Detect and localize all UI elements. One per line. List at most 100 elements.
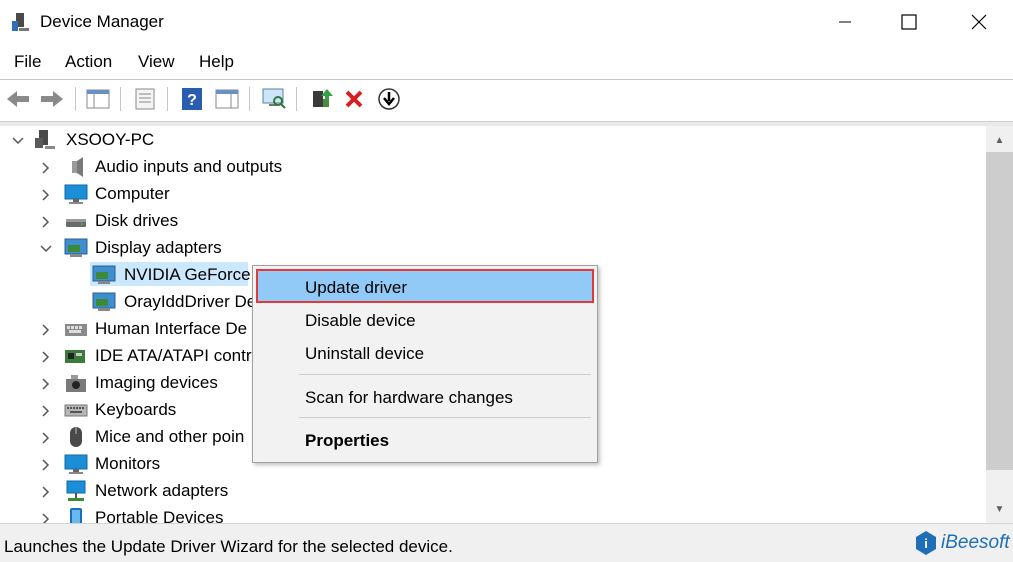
speaker-icon <box>72 157 83 177</box>
expand-chevron-icon[interactable] <box>40 216 52 228</box>
close-button[interactable] <box>956 0 1002 44</box>
tree-child-label[interactable]: OrayIddDriver De <box>124 292 256 312</box>
tree-item-label[interactable]: Monitors <box>95 454 160 474</box>
display-adapter-icon <box>92 265 116 284</box>
show-hide-console-tree-icon <box>86 89 110 109</box>
tree-item-label[interactable]: Portable Devices <box>95 508 224 523</box>
uninstall-icon <box>345 90 363 108</box>
scan-hardware-icon <box>262 88 286 109</box>
context-update-driver[interactable]: Update driver <box>253 272 597 304</box>
ide-controller-icon <box>65 350 85 363</box>
display-adapter-icon <box>64 238 88 257</box>
brand-name: iBeesoft <box>941 532 1010 553</box>
svg-text:?: ? <box>187 92 197 109</box>
expand-chevron-icon[interactable] <box>40 351 52 363</box>
tree-item-label[interactable]: Network adapters <box>95 481 228 501</box>
expand-chevron-icon[interactable] <box>40 324 52 336</box>
disable-button[interactable] <box>375 85 403 113</box>
help-button[interactable]: ? <box>178 85 206 113</box>
toolbar-divider <box>75 87 76 111</box>
tree-item-label[interactable]: Keyboards <box>95 400 176 420</box>
disable-icon <box>378 88 400 110</box>
svg-text:i: i <box>924 536 928 551</box>
properties-icon <box>135 88 155 110</box>
menu-item-label: Scan for hardware changes <box>305 388 513 407</box>
context-disable-device[interactable]: Disable device <box>253 305 597 337</box>
scrollbar-thumb[interactable] <box>986 152 1013 470</box>
toolbar-divider <box>249 87 250 111</box>
minimize-icon <box>839 21 851 23</box>
expand-chevron-icon[interactable] <box>40 459 52 471</box>
disk-drive-icon <box>66 219 86 227</box>
scroll-up-icon[interactable]: ▲ <box>986 128 1013 152</box>
expand-chevron-icon[interactable] <box>40 162 52 174</box>
menu-view[interactable]: View <box>138 52 175 72</box>
minimize-button[interactable] <box>822 0 868 44</box>
expand-chevron-icon[interactable] <box>40 513 52 523</box>
context-menu: Update driver Disable device Uninstall d… <box>252 265 598 463</box>
scan-hardware-button[interactable] <box>260 85 288 113</box>
watermark: i iBeesoft <box>914 530 1010 556</box>
expand-chevron-icon[interactable] <box>40 486 52 498</box>
action-pane-button[interactable] <box>213 85 241 113</box>
update-driver-button[interactable] <box>308 85 336 113</box>
back-button[interactable] <box>4 85 32 113</box>
expand-chevron-icon[interactable] <box>40 432 52 444</box>
menu-item-label: Properties <box>305 431 390 450</box>
mouse-icon <box>70 427 82 447</box>
context-properties[interactable]: Properties <box>253 425 597 457</box>
context-menu-divider <box>299 417 591 418</box>
menu-action[interactable]: Action <box>65 52 112 72</box>
tree-item-label[interactable]: Human Interface De <box>95 319 247 339</box>
keyboard-icon <box>64 404 88 417</box>
monitor-icon <box>64 454 88 474</box>
menu-help[interactable]: Help <box>199 52 234 72</box>
forward-button[interactable] <box>38 85 66 113</box>
context-scan-hardware[interactable]: Scan for hardware changes <box>253 382 597 414</box>
maximize-icon <box>901 14 917 30</box>
uninstall-button[interactable] <box>340 85 368 113</box>
vertical-scrollbar[interactable]: ▲ ▼ <box>986 126 1013 523</box>
menu-file[interactable]: File <box>14 52 41 72</box>
help-icon: ? <box>182 88 202 110</box>
title-bar: Device Manager <box>0 0 1013 44</box>
network-adapter-icon <box>66 480 86 501</box>
ibeesoft-logo-icon: i <box>916 531 936 555</box>
update-driver-icon <box>313 89 333 107</box>
context-uninstall-device[interactable]: Uninstall device <box>253 338 597 370</box>
back-icon <box>7 91 29 107</box>
tree-item-label[interactable]: Audio inputs and outputs <box>95 157 282 177</box>
camera-icon <box>66 375 86 392</box>
action-pane-icon <box>215 89 239 109</box>
window-title: Device Manager <box>40 12 164 31</box>
menu-item-label: Disable device <box>305 311 416 330</box>
tree-item-label[interactable]: Computer <box>95 184 170 204</box>
expand-chevron-icon[interactable] <box>40 405 52 417</box>
collapse-chevron-icon[interactable] <box>12 135 24 147</box>
expand-chevron-icon[interactable] <box>40 378 52 390</box>
toolbar-divider <box>167 87 168 111</box>
context-menu-divider <box>299 374 591 375</box>
pc-root-icon <box>35 130 55 149</box>
tree-item-label[interactable]: Imaging devices <box>95 373 218 393</box>
tree-item-label[interactable]: Mice and other poin <box>95 427 244 447</box>
toolbar-divider <box>296 87 297 111</box>
status-bar: Launches the Update Driver Wizard for th… <box>0 523 1013 562</box>
portable-device-icon <box>70 508 82 523</box>
menu-item-label: Update driver <box>305 278 408 297</box>
hid-icon <box>65 324 87 336</box>
tree-item-label[interactable]: IDE ATA/ATAPI contro <box>95 346 261 366</box>
collapse-chevron-icon[interactable] <box>40 243 52 255</box>
expand-chevron-icon[interactable] <box>40 189 52 201</box>
tree-item-label[interactable]: Display adapters <box>95 238 222 258</box>
scroll-down-icon[interactable]: ▼ <box>986 497 1013 521</box>
tree-child-label[interactable]: NVIDIA GeForce <box>124 265 251 285</box>
tree-item-label[interactable]: Disk drives <box>95 211 178 231</box>
display-adapter-icon <box>92 292 116 311</box>
show-hide-console-tree-button[interactable] <box>84 85 112 113</box>
maximize-button[interactable] <box>886 0 932 44</box>
properties-button[interactable] <box>131 85 159 113</box>
forward-icon <box>41 91 63 107</box>
close-icon <box>971 14 987 30</box>
tree-root-label[interactable]: XSOOY-PC <box>66 130 154 150</box>
